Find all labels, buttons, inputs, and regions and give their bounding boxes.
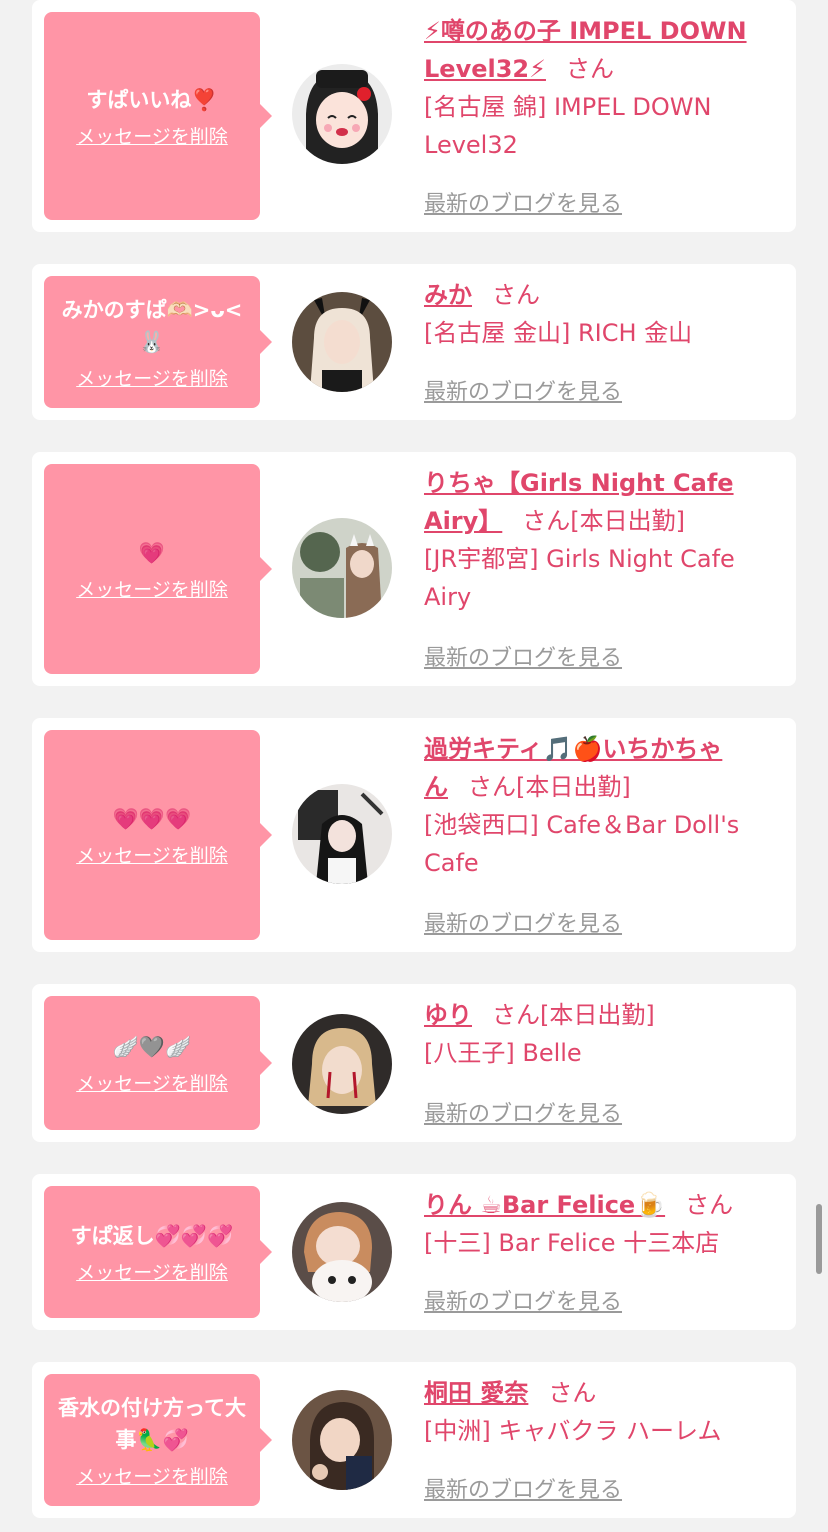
sender-info: りん ☕Bar Felice🍺 さん [十三] Bar Felice 十三本店	[424, 1186, 780, 1262]
shop-name: [JR宇都宮] Girls Night Cafe Airy	[424, 545, 735, 611]
honorific: さん	[548, 1379, 597, 1407]
avatar[interactable]	[292, 784, 392, 884]
sender-info: 過労キティ🎵🍎いちかちゃ んさん[本日出勤] [池袋西口] Cafe＆Bar D…	[424, 730, 780, 882]
latest-blog-link[interactable]: 最新のブログを見る	[424, 186, 622, 218]
honorific: さん	[468, 773, 516, 801]
latest-blog-link[interactable]: 最新のブログを見る	[424, 374, 622, 406]
latest-blog-link[interactable]: 最新のブログを見る	[424, 1096, 622, 1128]
sender-name[interactable]: ⚡噂のあの子 IMPEL DOWN	[424, 17, 747, 45]
shop-name: [池袋西口] Cafe＆Bar Doll's Cafe	[424, 811, 740, 877]
message-list: すぱいいね❣️ メッセージを削除 ⚡噂のあの子 IMPEL DOWN Level…	[0, 0, 828, 1532]
message-card: みかのすぱ🫶🏻>ᴗ<🐰 メッセージを削除 みか さん [名古屋 金山] RICH …	[32, 264, 796, 420]
avatar[interactable]	[292, 1390, 392, 1490]
delete-message-link[interactable]: メッセージを削除	[76, 364, 228, 391]
message-bubble: すぱいいね❣️ メッセージを削除	[44, 12, 272, 220]
shop-name: [十三] Bar Felice 十三本店	[424, 1229, 720, 1257]
sender-info: ⚡噂のあの子 IMPEL DOWN Level32⚡ さん [名古屋 錦] IMP…	[424, 12, 780, 164]
sender-name[interactable]: ゆり	[424, 1001, 472, 1029]
message-card: 💗 メッセージを削除 りちゃ【Girls Night Cafe Airy】 さん[…	[32, 452, 796, 686]
message-bubble: 🪽🩶🪽 メッセージを削除	[44, 996, 272, 1130]
honorific: さん	[685, 1191, 734, 1219]
message-card: 🪽🩶🪽 メッセージを削除 ゆり さん[本日出勤] [八王子] Belle 最新のブ…	[32, 984, 796, 1142]
latest-blog-link[interactable]: 最新のブログを見る	[424, 1284, 622, 1316]
avatar[interactable]	[292, 1202, 392, 1302]
message-card: すぱ返し💞💞💞 メッセージを削除 りん ☕Bar Felice🍺 さん [十三] …	[32, 1174, 796, 1330]
sender-info: みか さん [名古屋 金山] RICH 金山	[424, 276, 780, 352]
scrollbar[interactable]	[816, 1204, 822, 1274]
sender-name[interactable]: りちゃ【Girls Night Cafe	[424, 469, 734, 497]
message-text: 💗	[138, 540, 166, 565]
avatar[interactable]	[292, 64, 392, 164]
delete-message-link[interactable]: メッセージを削除	[76, 1258, 228, 1285]
message-card: 香水の付け方って大事🦜💞 メッセージを削除 桐田 愛奈 さん [中洲] キャバクラ…	[32, 1362, 796, 1518]
shop-name: [名古屋 錦] IMPEL DOWN Level32	[424, 93, 712, 159]
shop-name: [中洲] キャバクラ ハーレム	[424, 1417, 722, 1445]
sender-name-cont[interactable]: ん	[424, 773, 448, 801]
sender-info: 桐田 愛奈 さん [中洲] キャバクラ ハーレム	[424, 1374, 780, 1450]
honorific: さん	[522, 507, 571, 535]
honorific: さん	[492, 1001, 540, 1029]
delete-message-link[interactable]: メッセージを削除	[76, 841, 228, 868]
delete-message-link[interactable]: メッセージを削除	[76, 1462, 228, 1489]
message-bubble: 💗 メッセージを削除	[44, 464, 272, 674]
sender-name[interactable]: みか	[424, 281, 472, 309]
delete-message-link[interactable]: メッセージを削除	[76, 575, 228, 602]
avatar[interactable]	[292, 292, 392, 392]
message-text: すぱいいね❣️	[86, 87, 218, 112]
sender-info: りちゃ【Girls Night Cafe Airy】 さん[本日出勤] [JR宇都…	[424, 464, 780, 616]
message-bubble: みかのすぱ🫶🏻>ᴗ<🐰 メッセージを削除	[44, 276, 272, 408]
honorific: さん	[565, 55, 614, 83]
latest-blog-link[interactable]: 最新のブログを見る	[424, 640, 622, 672]
honorific: さん	[492, 281, 540, 309]
message-text: 🪽🩶🪽	[112, 1034, 192, 1059]
sender-info: ゆり さん[本日出勤] [八王子] Belle	[424, 996, 780, 1072]
message-card: 💗💗💗 メッセージを削除 過労キティ🎵🍎いちかちゃ んさん[本日出勤] [池袋西…	[32, 718, 796, 952]
message-bubble: 💗💗💗 メッセージを削除	[44, 730, 272, 940]
delete-message-link[interactable]: メッセージを削除	[76, 122, 228, 149]
message-text: みかのすぱ🫶🏻>ᴗ<🐰	[61, 297, 243, 354]
message-text: 香水の付け方って大事🦜💞	[58, 1395, 246, 1452]
delete-message-link[interactable]: メッセージを削除	[76, 1069, 228, 1096]
sender-name-cont[interactable]: Airy】	[424, 507, 502, 535]
avatar[interactable]	[292, 1014, 392, 1114]
message-bubble: 香水の付け方って大事🦜💞 メッセージを削除	[44, 1374, 272, 1506]
latest-blog-link[interactable]: 最新のブログを見る	[424, 1472, 622, 1504]
latest-blog-link[interactable]: 最新のブログを見る	[424, 906, 622, 938]
message-card: すぱいいね❣️ メッセージを削除 ⚡噂のあの子 IMPEL DOWN Level…	[32, 0, 796, 232]
message-bubble: すぱ返し💞💞💞 メッセージを削除	[44, 1186, 272, 1318]
sender-name-cont[interactable]: Level32⚡	[424, 55, 546, 83]
attendance-status: [本日出勤]	[540, 1001, 655, 1029]
sender-name[interactable]: りん ☕Bar Felice🍺	[424, 1191, 665, 1219]
attendance-status: [本日出勤]	[570, 507, 686, 535]
shop-name: [名古屋 金山] RICH 金山	[424, 319, 693, 347]
message-text: 💗💗💗	[112, 806, 192, 831]
shop-name: [八王子] Belle	[424, 1039, 582, 1067]
sender-name[interactable]: 過労キティ🎵🍎いちかちゃ	[424, 735, 722, 763]
avatar[interactable]	[292, 518, 392, 618]
message-text: すぱ返し💞💞💞	[70, 1223, 234, 1248]
sender-name[interactable]: 桐田 愛奈	[424, 1379, 528, 1407]
attendance-status: [本日出勤]	[516, 773, 631, 801]
